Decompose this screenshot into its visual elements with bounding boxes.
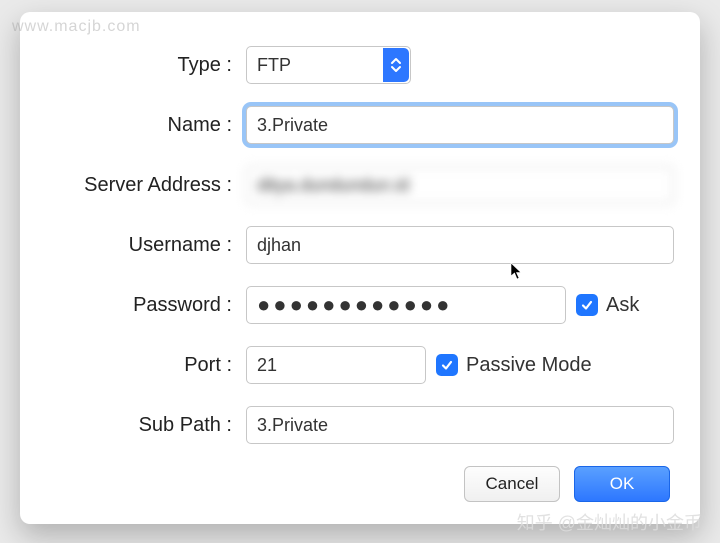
server-address-field[interactable] xyxy=(246,166,674,204)
label-password: Password : xyxy=(46,294,246,317)
type-select-value: FTP xyxy=(257,55,291,76)
label-port: Port : xyxy=(46,354,246,377)
row-server: Server Address : xyxy=(46,166,674,204)
passive-checkbox-wrap[interactable]: Passive Mode xyxy=(436,354,592,377)
updown-icon xyxy=(383,48,409,82)
ftp-settings-dialog: Type : FTP Name : Server Address : Usern… xyxy=(20,12,700,524)
ask-checkbox[interactable] xyxy=(576,294,598,316)
port-field[interactable] xyxy=(246,346,426,384)
username-field[interactable] xyxy=(246,226,674,264)
check-icon xyxy=(580,298,594,312)
passive-mode-checkbox[interactable] xyxy=(436,354,458,376)
cancel-button[interactable]: Cancel xyxy=(464,466,560,502)
label-type: Type : xyxy=(46,54,246,77)
label-subpath: Sub Path : xyxy=(46,414,246,437)
button-row: Cancel OK xyxy=(46,466,674,502)
watermark-top-left: www.macjb.com xyxy=(12,18,141,36)
passive-mode-label: Passive Mode xyxy=(466,354,592,377)
label-server: Server Address : xyxy=(46,174,246,197)
label-username: Username : xyxy=(46,234,246,257)
name-field[interactable] xyxy=(246,106,674,144)
row-name: Name : xyxy=(46,106,674,144)
type-select[interactable]: FTP xyxy=(246,46,411,84)
watermark-bottom-right: 知乎 @金灿灿的小金币 xyxy=(517,509,702,535)
label-name: Name : xyxy=(46,114,246,137)
ask-checkbox-wrap[interactable]: Ask xyxy=(576,294,639,317)
subpath-field[interactable] xyxy=(246,406,674,444)
row-port: Port : Passive Mode xyxy=(46,346,674,384)
check-icon xyxy=(440,358,454,372)
row-password: Password : ●●●●●●●●●●●● Ask xyxy=(46,286,674,324)
row-username: Username : xyxy=(46,226,674,264)
row-subpath: Sub Path : xyxy=(46,406,674,444)
password-field[interactable]: ●●●●●●●●●●●● xyxy=(246,286,566,324)
ok-button[interactable]: OK xyxy=(574,466,670,502)
cursor-icon xyxy=(510,262,524,285)
row-type: Type : FTP xyxy=(46,46,674,84)
ask-label: Ask xyxy=(606,294,639,317)
